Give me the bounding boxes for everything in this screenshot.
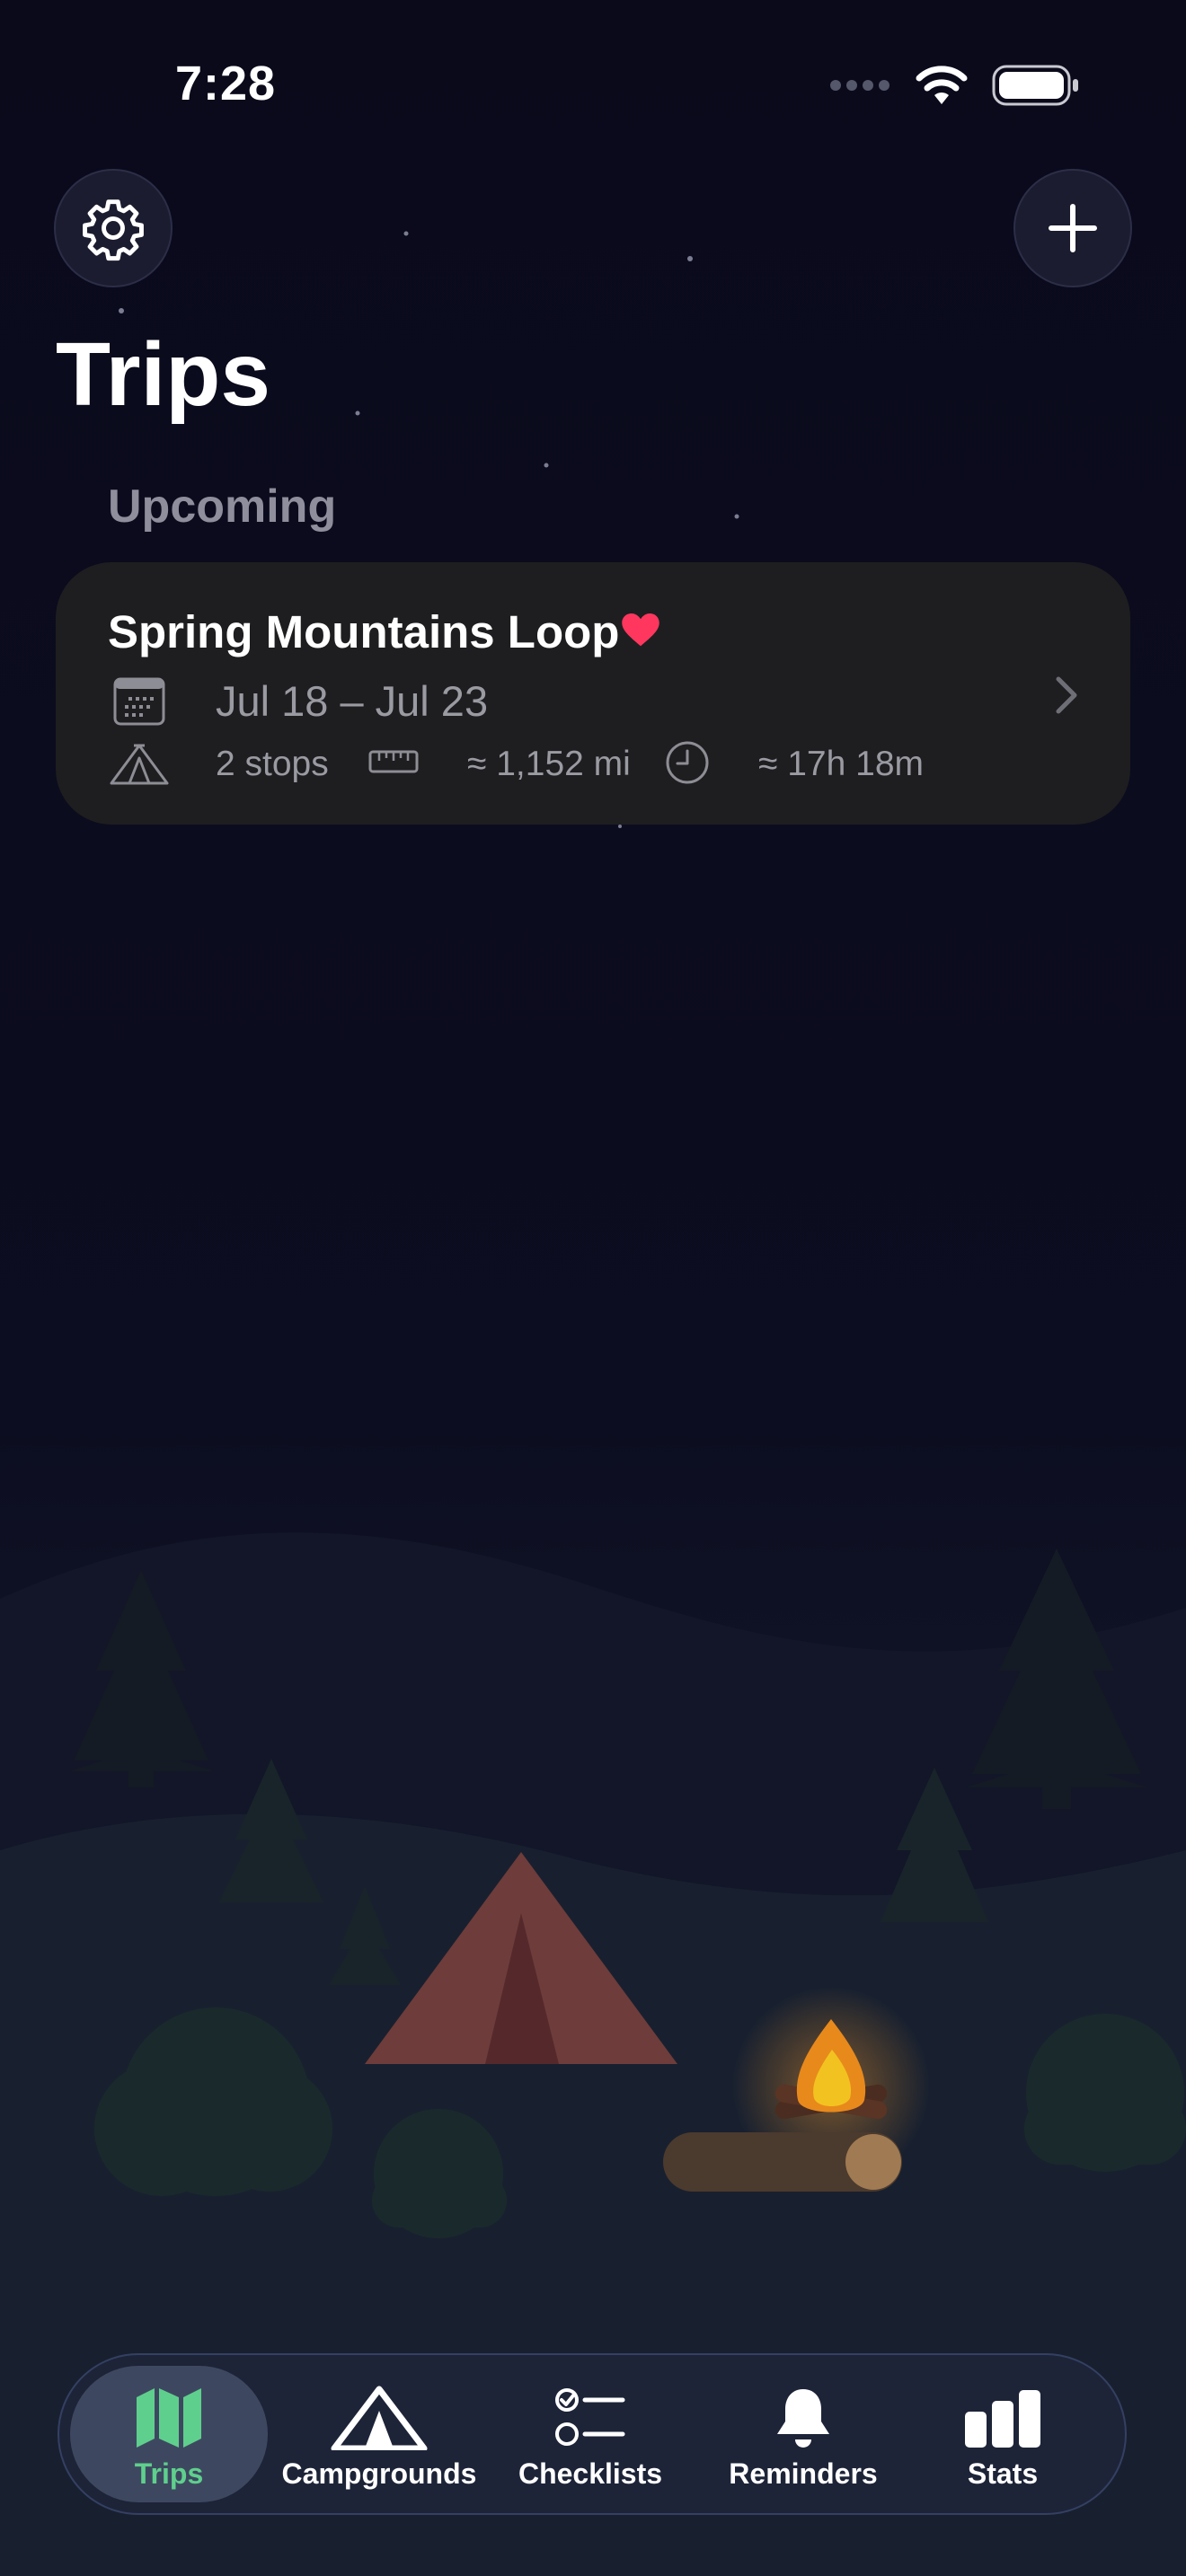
add-trip-button[interactable] — [1013, 169, 1132, 287]
trip-dates: Jul 18 – Jul 23 — [216, 677, 489, 725]
trip-card[interactable]: Spring Mountains Loop Jul 18 – Jul 23 2 … — [56, 562, 1130, 825]
trip-stops: 2 stops — [216, 745, 329, 783]
tent-icon — [110, 744, 169, 785]
status-time: 7:28 — [175, 57, 277, 110]
status-icons — [828, 65, 1080, 106]
gear-icon — [83, 199, 144, 261]
tab-label-checklists: Checklists — [518, 2457, 663, 2490]
settings-button[interactable] — [54, 169, 173, 287]
battery-icon — [992, 65, 1078, 106]
cellular-signal-icon — [830, 80, 890, 91]
chevron-right-icon — [1056, 676, 1077, 714]
tab-stats[interactable]: Stats — [922, 2355, 1084, 2513]
section-label-upcoming: Upcoming — [108, 481, 337, 533]
wifi-icon — [916, 66, 968, 104]
tab-checklists[interactable]: Checklists — [505, 2355, 676, 2513]
tab-label-campgrounds: Campgrounds — [281, 2457, 477, 2490]
trip-name: Spring Mountains Loop — [108, 606, 620, 657]
tab-bar: Trips Campgrounds Checklists Reminders S… — [58, 2353, 1127, 2515]
tent-icon — [331, 2386, 428, 2450]
log-illustration — [663, 2132, 902, 2192]
tab-reminders[interactable]: Reminders — [715, 2355, 891, 2513]
bar-chart-icon — [965, 2390, 1040, 2448]
calendar-icon — [113, 677, 165, 726]
plus-icon — [1049, 204, 1097, 252]
favorite-heart-icon — [622, 613, 659, 647]
bell-icon — [777, 2389, 829, 2448]
tab-trips[interactable]: Trips — [70, 2366, 268, 2502]
trip-distance: ≈ 1,152 mi — [467, 745, 631, 783]
map-icon — [137, 2388, 201, 2448]
checklist-icon — [555, 2388, 625, 2446]
tab-label-trips: Trips — [134, 2457, 204, 2490]
tab-campgrounds[interactable]: Campgrounds — [271, 2355, 487, 2513]
page-title: Trips — [56, 324, 270, 425]
tab-label-stats: Stats — [967, 2457, 1039, 2490]
trip-duration: ≈ 17h 18m — [758, 745, 925, 783]
tab-label-reminders: Reminders — [729, 2457, 878, 2490]
clock-icon — [666, 741, 709, 784]
ruler-icon — [368, 750, 419, 773]
